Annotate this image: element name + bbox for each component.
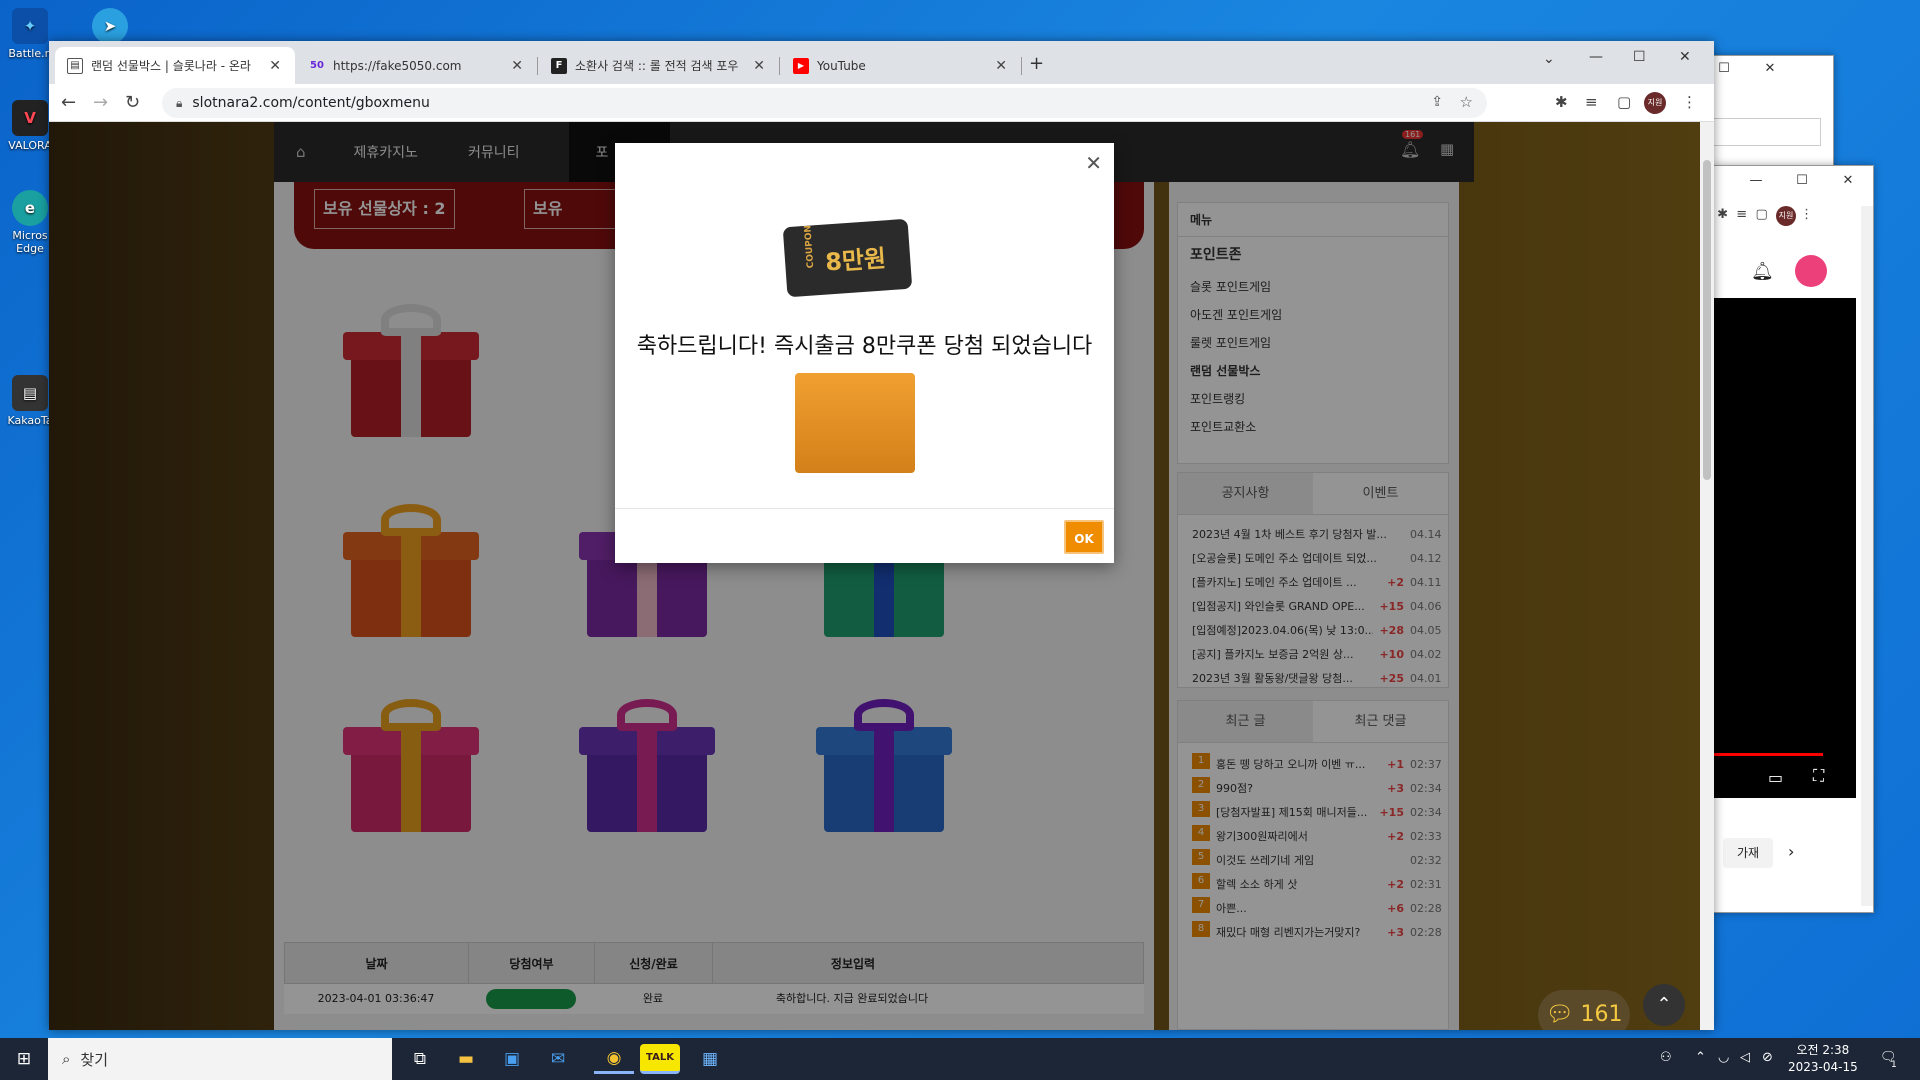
taskbar: ⊞ ⌕ 찾기 ⧉ ▬ ▣ ✉ ◉ TALK ▦ ⚇ ⌃ ◡ ◁ ⊘ 오전 2:3…: [0, 1038, 1920, 1080]
url-bar[interactable]: 🔒︎ slotnara2.com/content/gboxmenu ⇪ ☆: [162, 88, 1487, 118]
minimize-button[interactable]: —: [1589, 49, 1603, 65]
side-panel-icon[interactable]: ▢: [1617, 93, 1631, 111]
fow-favicon: F: [551, 57, 567, 74]
youtube-window[interactable]: — ☐ ✕ ✱ ≡ ▢ 지원 ⋮ 🔔︎ ▭ ⛶ 가재 ›: [1712, 165, 1874, 913]
url-text[interactable]: slotnara2.com/content/gboxmenu: [192, 95, 430, 111]
open-box-image: [795, 373, 915, 473]
calculator-icon[interactable]: ▦: [690, 1044, 730, 1074]
volume-icon[interactable]: ◁: [1740, 1050, 1750, 1065]
tab-fake5050[interactable]: 50 https://fake5050.com ✕: [297, 47, 537, 84]
coupon-image: COUPON 8만원: [782, 218, 913, 298]
forward-icon[interactable]: →: [93, 92, 108, 113]
scrollbar-thumb[interactable]: [1703, 160, 1711, 480]
yt-toolbar: ✱ ≡ ▢ 지원 ⋮: [1713, 206, 1861, 226]
chat-bubble-icon: 💬︎: [1545, 1002, 1581, 1027]
page-scrollbar[interactable]: [1700, 122, 1714, 1030]
tab-fow[interactable]: F 소환사 검색 :: 롤 전적 검색 포우 ✕: [539, 47, 779, 84]
tab-youtube[interactable]: ▶ YouTube ✕: [781, 47, 1021, 84]
fake5050-favicon: 50: [310, 60, 324, 71]
address-bar-row: ← → ↻ 🔒︎ slotnara2.com/content/gboxmenu …: [49, 84, 1714, 122]
close-button[interactable]: ✕: [1679, 49, 1691, 65]
page-favicon: ▤: [67, 57, 83, 74]
background-window[interactable]: ☐ ✕: [1700, 55, 1834, 175]
close-tab-icon[interactable]: ✕: [269, 58, 281, 74]
close-icon[interactable]: ✕: [1085, 151, 1102, 175]
valorant-icon: V: [12, 100, 48, 136]
modal-divider: [615, 508, 1114, 509]
menu-kebab-icon[interactable]: ⋮: [1682, 93, 1697, 111]
start-button[interactable]: ⊞: [4, 1044, 44, 1074]
yt-progress-bar[interactable]: [1713, 753, 1823, 756]
telegram-icon: ➤: [92, 8, 128, 44]
chevron-right-icon[interactable]: ›: [1788, 842, 1794, 861]
chat-count-button[interactable]: 💬︎ 161: [1538, 990, 1630, 1030]
tab-divider: [537, 57, 538, 75]
battlenet-icon: ✦: [12, 8, 48, 44]
yt-header: 🔔︎: [1713, 251, 1853, 291]
system-clock[interactable]: 오전 2:38 2023-04-15: [1788, 1042, 1858, 1076]
mail-icon[interactable]: ✉: [538, 1044, 578, 1074]
theater-icon[interactable]: ▭: [1768, 768, 1783, 787]
file-explorer-icon[interactable]: ▬: [446, 1044, 486, 1074]
taskbar-search[interactable]: ⌕ 찾기: [48, 1038, 392, 1080]
coupon-amount: 8만원: [824, 244, 887, 277]
search-icon: ⌕: [62, 1050, 71, 1068]
window-controls: ☐ ✕: [1701, 56, 1793, 82]
kakaotalk-icon: ▤: [12, 375, 48, 411]
extensions-icon[interactable]: ✱: [1555, 93, 1568, 111]
tab-search-icon[interactable]: ⌄: [1543, 51, 1555, 67]
tab-divider: [1021, 57, 1022, 75]
scroll-top-button[interactable]: ⌃: [1643, 984, 1685, 1026]
maximize-icon[interactable]: ☐: [1779, 168, 1825, 194]
edge-icon: e: [12, 190, 48, 226]
chrome-icon[interactable]: ◉: [594, 1044, 634, 1074]
reading-list-icon[interactable]: ≡: [1585, 93, 1598, 111]
close-icon[interactable]: ✕: [1747, 56, 1793, 82]
notification-count: 1: [1891, 1060, 1897, 1070]
ok-button[interactable]: OK: [1064, 520, 1104, 554]
kakaotalk-taskbar-icon[interactable]: TALK: [640, 1044, 680, 1074]
tab-divider: [779, 57, 780, 75]
yt-chip[interactable]: 가재: [1723, 838, 1773, 868]
avatar[interactable]: [1795, 255, 1827, 287]
coupon-label: COUPON: [803, 224, 817, 269]
bell-icon[interactable]: 🔔︎: [1751, 261, 1774, 282]
yt-scrollbar[interactable]: [1861, 206, 1873, 906]
network-icon[interactable]: ◡: [1718, 1050, 1729, 1065]
people-icon[interactable]: ⚇: [1660, 1050, 1672, 1065]
lock-icon: 🔒︎: [176, 95, 183, 110]
store-icon[interactable]: ▣: [492, 1044, 532, 1074]
tab-strip: ▤ 랜덤 선물박스 | 슬롯나라 - 온라 ✕ 50 https://fake5…: [49, 41, 1714, 84]
yt-video-player[interactable]: ▭ ⛶: [1713, 298, 1856, 798]
fullscreen-icon[interactable]: ⛶: [1813, 766, 1824, 786]
task-view-icon[interactable]: ⧉: [400, 1044, 440, 1074]
window-controls: — ☐ ✕: [1733, 168, 1871, 194]
prize-modal: ✕ COUPON 8만원 축하드립니다! 즉시출금 8만쿠폰 당첨 되었습니다 …: [615, 143, 1114, 563]
reload-icon[interactable]: ↻: [125, 92, 140, 113]
new-tab-button[interactable]: +: [1029, 53, 1044, 74]
close-icon[interactable]: ✕: [1825, 168, 1871, 194]
search-placeholder: 찾기: [80, 1050, 109, 1069]
bookmark-star-icon[interactable]: ☆: [1460, 93, 1473, 111]
youtube-favicon: ▶: [793, 57, 809, 74]
chevron-up-icon[interactable]: ⌃: [1695, 1050, 1706, 1065]
share-icon[interactable]: ⇪: [1431, 94, 1443, 110]
close-tab-icon[interactable]: ✕: [511, 58, 523, 74]
battery-icon[interactable]: ⊘: [1762, 1050, 1773, 1065]
profile-avatar[interactable]: 지원: [1644, 92, 1666, 114]
background-input[interactable]: [1711, 118, 1821, 146]
back-icon[interactable]: ←: [61, 92, 76, 113]
prize-message: 축하드립니다! 즉시출금 8만쿠폰 당첨 되었습니다: [636, 334, 1093, 359]
close-tab-icon[interactable]: ✕: [995, 58, 1007, 74]
maximize-button[interactable]: ☐: [1633, 49, 1646, 65]
minimize-icon[interactable]: —: [1733, 168, 1779, 194]
close-tab-icon[interactable]: ✕: [753, 58, 765, 74]
profile-avatar[interactable]: 지원: [1776, 206, 1796, 226]
tab-slotnara[interactable]: ▤ 랜덤 선물박스 | 슬롯나라 - 온라 ✕: [55, 47, 295, 84]
